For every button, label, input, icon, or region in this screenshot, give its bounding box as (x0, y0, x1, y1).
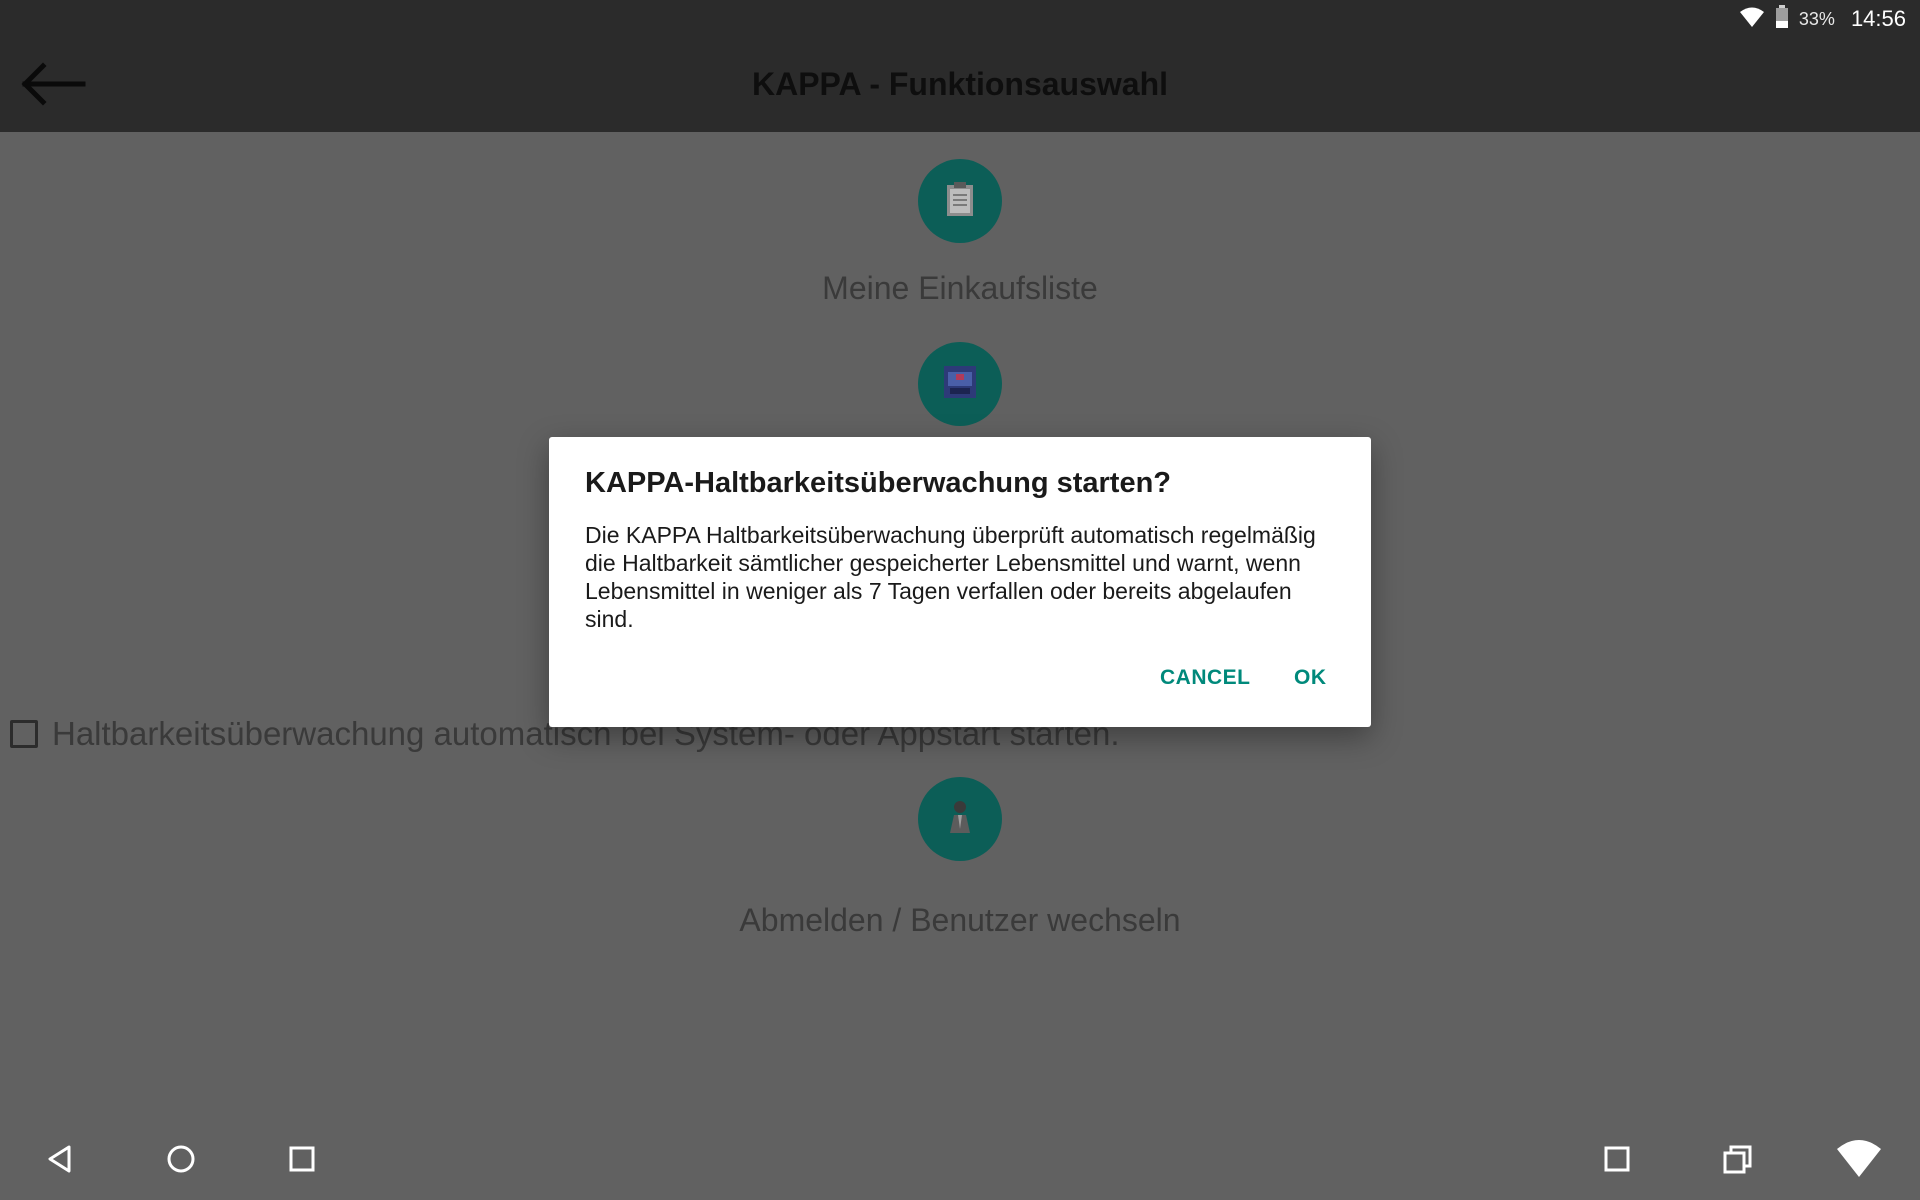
function-button-2[interactable] (918, 342, 1002, 426)
battery-percent: 33% (1798, 8, 1835, 29)
auto-start-checkbox[interactable] (10, 720, 38, 748)
monitor-icon (942, 364, 978, 405)
app-bar: KAPPA - Funktionsauswahl (0, 36, 1920, 132)
nav-recents-button[interactable] (277, 1136, 327, 1186)
page-title: KAPPA - Funktionsauswahl (751, 66, 1169, 102)
logout-button[interactable] (918, 777, 1002, 861)
cancel-button[interactable]: CANCEL (1152, 662, 1259, 694)
status-bar: 33% 14:56 (0, 0, 1920, 36)
dialog-title: KAPPA-Haltbarkeitsüberwachung starten? (585, 467, 1172, 499)
nav-square-button[interactable] (1592, 1136, 1642, 1186)
shopping-list-button[interactable] (918, 159, 1002, 243)
navigation-bar (0, 1122, 1920, 1200)
multi-window-icon (1722, 1143, 1754, 1180)
recents-icon (287, 1144, 317, 1179)
wifi-icon (1739, 6, 1765, 33)
square-icon (1602, 1144, 1632, 1179)
nav-wifi-button[interactable] (1834, 1136, 1884, 1186)
nav-home-button[interactable] (156, 1136, 206, 1186)
function-label-logout[interactable]: Abmelden / Benutzer wechseln (0, 902, 1920, 939)
back-icon (45, 1144, 75, 1179)
nav-back-button[interactable] (35, 1136, 85, 1186)
nav-multi-window-button[interactable] (1713, 1136, 1763, 1186)
wifi-icon (1835, 1139, 1883, 1184)
status-indicators: 33% 14:56 (1739, 4, 1906, 34)
ok-button[interactable]: OK (1286, 662, 1335, 694)
user-icon (946, 799, 974, 840)
home-icon (165, 1143, 197, 1180)
battery-icon (1775, 4, 1789, 34)
clipboard-icon (945, 181, 975, 222)
confirm-dialog: KAPPA-Haltbarkeitsüberwachung starten? D… (549, 437, 1371, 727)
clock: 14:56 (1850, 6, 1906, 31)
dialog-message: Die KAPPA Haltbarkeitsüberwachung überpr… (585, 522, 1316, 632)
function-label-shopping-list[interactable]: Meine Einkaufsliste (0, 270, 1920, 307)
